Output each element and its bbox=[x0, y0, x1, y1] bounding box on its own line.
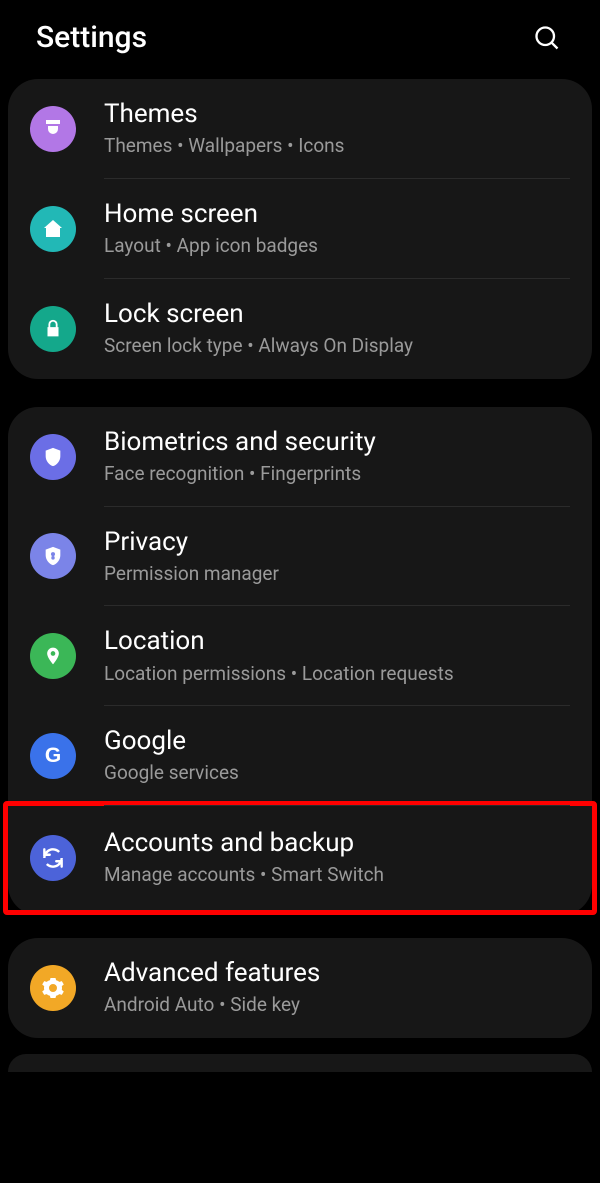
row-title: Themes bbox=[104, 99, 344, 130]
settings-item-accounts-backup[interactable]: Accounts and backup Manage accounts • Sm… bbox=[8, 806, 592, 910]
text-wrap: Advanced features Android Auto • Side ke… bbox=[104, 958, 320, 1018]
row-sub: Themes • Wallpapers • Icons bbox=[104, 134, 344, 159]
settings-item-themes[interactable]: Themes Themes • Wallpapers • Icons bbox=[8, 79, 592, 179]
settings-item-lock-screen[interactable]: Lock screen Screen lock type • Always On… bbox=[8, 279, 592, 379]
row-title: Home screen bbox=[104, 199, 318, 230]
settings-group-display: Themes Themes • Wallpapers • Icons Home … bbox=[8, 79, 592, 379]
settings-item-advanced-features[interactable]: Advanced features Android Auto • Side ke… bbox=[8, 938, 592, 1038]
row-title: Google bbox=[104, 726, 239, 757]
settings-item-google[interactable]: G Google Google services bbox=[8, 706, 592, 806]
row-title: Biometrics and security bbox=[104, 427, 376, 458]
text-wrap: Biometrics and security Face recognition… bbox=[104, 427, 376, 487]
settings-group-partial bbox=[8, 1054, 592, 1072]
row-sub: Android Auto • Side key bbox=[104, 993, 320, 1018]
row-sub: Manage accounts • Smart Switch bbox=[104, 863, 384, 888]
shield-icon bbox=[30, 434, 76, 480]
row-title: Privacy bbox=[104, 527, 279, 558]
search-icon bbox=[533, 24, 561, 52]
settings-item-biometrics[interactable]: Biometrics and security Face recognition… bbox=[8, 407, 592, 507]
header: Settings bbox=[0, 0, 600, 79]
sync-icon bbox=[30, 835, 76, 881]
row-sub: Google services bbox=[104, 761, 239, 786]
search-button[interactable] bbox=[530, 21, 564, 55]
row-sub: Face recognition • Fingerprints bbox=[104, 462, 376, 487]
row-sub: Layout • App icon badges bbox=[104, 234, 318, 259]
text-wrap: Home screen Layout • App icon badges bbox=[104, 199, 318, 259]
row-title: Accounts and backup bbox=[104, 828, 384, 859]
text-wrap: Accounts and backup Manage accounts • Sm… bbox=[104, 828, 384, 888]
home-icon bbox=[30, 206, 76, 252]
themes-icon bbox=[30, 106, 76, 152]
svg-text:G: G bbox=[45, 744, 61, 767]
lock-icon bbox=[30, 306, 76, 352]
row-sub: Location permissions • Location requests bbox=[104, 662, 454, 687]
text-wrap: Lock screen Screen lock type • Always On… bbox=[104, 299, 413, 359]
settings-group-security: Biometrics and security Face recognition… bbox=[8, 407, 592, 915]
row-sub: Permission manager bbox=[104, 562, 279, 587]
text-wrap: Google Google services bbox=[104, 726, 239, 786]
page-title: Settings bbox=[36, 20, 147, 55]
settings-item-location[interactable]: Location Location permissions • Location… bbox=[8, 606, 592, 706]
text-wrap: Privacy Permission manager bbox=[104, 527, 279, 587]
google-icon: G bbox=[30, 733, 76, 779]
gear-icon bbox=[30, 965, 76, 1011]
highlighted-item: Accounts and backup Manage accounts • Sm… bbox=[3, 801, 597, 915]
row-title: Lock screen bbox=[104, 299, 413, 330]
settings-group-advanced: Advanced features Android Auto • Side ke… bbox=[8, 938, 592, 1038]
settings-item-home-screen[interactable]: Home screen Layout • App icon badges bbox=[8, 179, 592, 279]
settings-item-privacy[interactable]: Privacy Permission manager bbox=[8, 507, 592, 607]
row-title: Location bbox=[104, 626, 454, 657]
text-wrap: Themes Themes • Wallpapers • Icons bbox=[104, 99, 344, 159]
row-sub: Screen lock type • Always On Display bbox=[104, 334, 413, 359]
location-icon bbox=[30, 633, 76, 679]
privacy-icon bbox=[30, 533, 76, 579]
row-title: Advanced features bbox=[104, 958, 320, 989]
text-wrap: Location Location permissions • Location… bbox=[104, 626, 454, 686]
